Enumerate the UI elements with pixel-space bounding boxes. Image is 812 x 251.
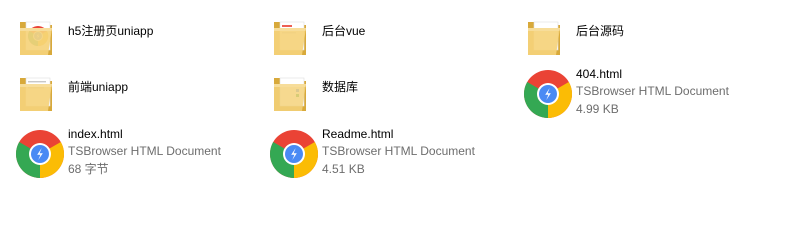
folder-item-admin-source[interactable]: 后台源码 — [522, 10, 762, 62]
folder-item-database[interactable]: 数据库 — [268, 66, 508, 118]
folder-paper-icon — [268, 10, 320, 62]
file-item-404-html[interactable]: 404.html TSBrowser HTML Document 4.99 KB — [522, 66, 762, 118]
folder-name: h5注册页uniapp — [68, 24, 154, 38]
file-type: TSBrowser HTML Document — [68, 144, 221, 158]
folder-name: 前端uniapp — [68, 80, 129, 94]
file-item-index-html[interactable]: index.html TSBrowser HTML Document 68 字节 — [14, 126, 254, 178]
folder-item-h5-register-uniapp[interactable]: h5注册页uniapp — [14, 10, 254, 62]
folder-document-icon — [268, 66, 320, 118]
tsbrowser-icon — [268, 126, 320, 178]
file-name: Readme.html — [322, 127, 394, 141]
file-name: 404.html — [576, 67, 623, 81]
file-size: 4.51 KB — [322, 162, 365, 176]
folder-paper-icon — [14, 66, 66, 118]
file-explorer-view: h5注册页uniapp 后台vue 后台源码 前端uniapp 数据库 404.… — [0, 0, 812, 251]
folder-item-frontend-uniapp[interactable]: 前端uniapp — [14, 66, 254, 118]
folder-chrome-icon — [14, 10, 66, 62]
folder-icon — [522, 10, 574, 62]
file-type: TSBrowser HTML Document — [576, 84, 729, 98]
tsbrowser-icon — [522, 66, 574, 118]
folder-name: 后台vue — [322, 24, 366, 38]
folder-item-admin-vue[interactable]: 后台vue — [268, 10, 508, 62]
file-name: index.html — [68, 127, 123, 141]
file-size: 68 字节 — [68, 162, 109, 176]
folder-name: 后台源码 — [576, 24, 625, 38]
tsbrowser-icon — [14, 126, 66, 178]
file-type: TSBrowser HTML Document — [322, 144, 475, 158]
file-item-readme-html[interactable]: Readme.html TSBrowser HTML Document 4.51… — [268, 126, 508, 178]
folder-name: 数据库 — [322, 80, 359, 94]
file-size: 4.99 KB — [576, 102, 619, 116]
